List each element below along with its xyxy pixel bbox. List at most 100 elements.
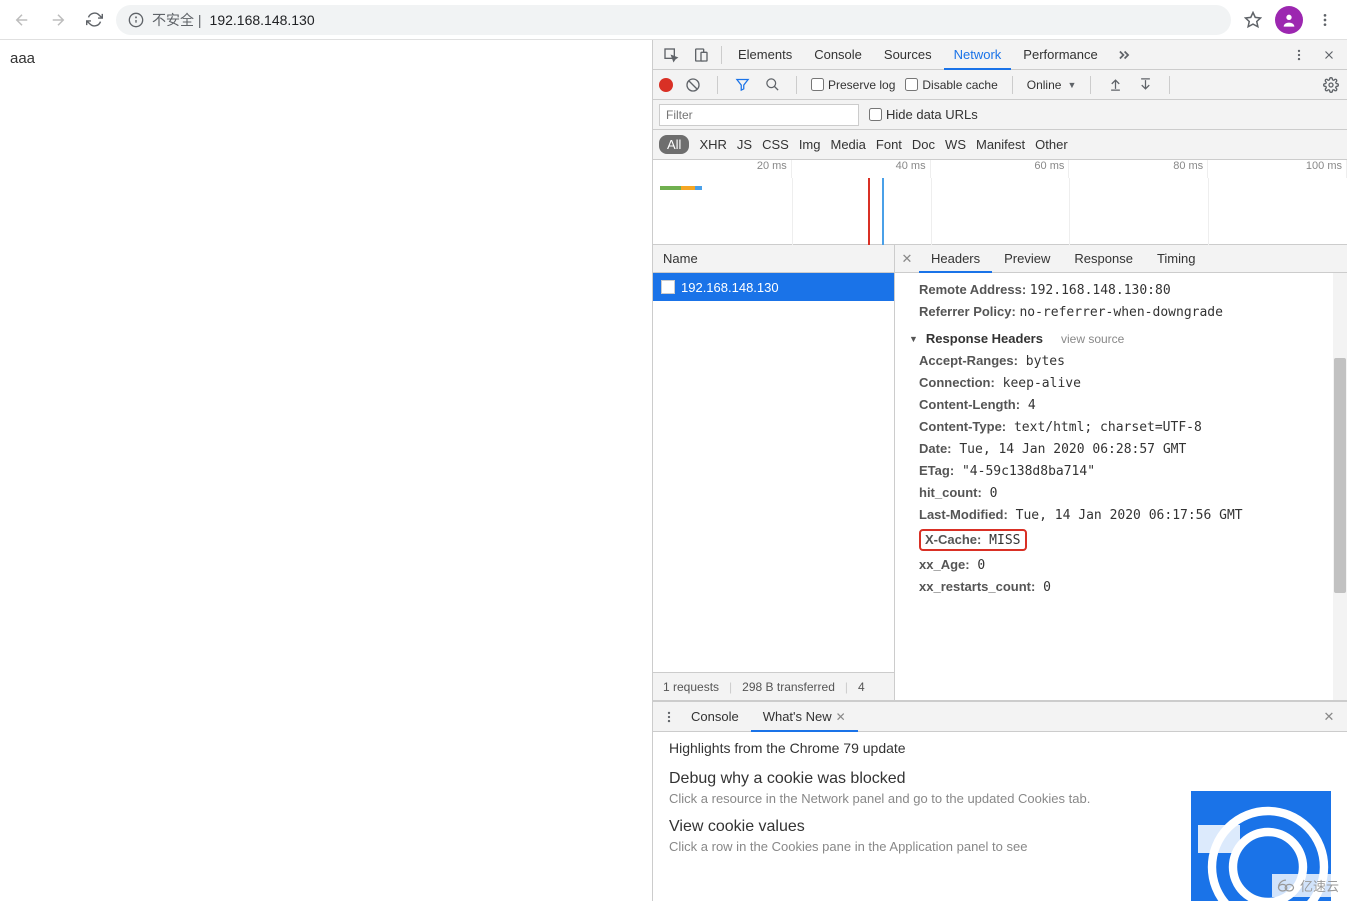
detail-tab-headers[interactable]: Headers <box>919 245 992 273</box>
browser-menu-icon[interactable] <box>1311 6 1339 34</box>
header-row: ETag: "4-59c138d8ba714" <box>919 460 1347 482</box>
profile-avatar[interactable] <box>1275 6 1303 34</box>
header-row: xx_Age: 0 <box>919 554 1347 576</box>
detail-body[interactable]: Remote Address: 192.168.148.130:80 Refer… <box>895 273 1347 700</box>
view-source-link[interactable]: view source <box>1061 332 1124 346</box>
timeline-tick: 80 ms <box>1069 160 1208 178</box>
header-value: 0 <box>1035 580 1051 595</box>
address-bar[interactable]: 不安全 | 192.168.148.130 <box>116 5 1231 35</box>
more-tabs-icon[interactable] <box>1110 41 1138 69</box>
disable-cache-checkbox[interactable]: Disable cache <box>905 78 997 92</box>
header-key: Content-Type: <box>919 419 1006 434</box>
type-filter-img[interactable]: Img <box>799 137 821 152</box>
detail-tab-preview[interactable]: Preview <box>992 245 1062 273</box>
header-value: MISS <box>981 533 1020 548</box>
bookmark-star-icon[interactable] <box>1239 6 1267 34</box>
detail-tab-response[interactable]: Response <box>1062 245 1145 273</box>
header-key: Date: <box>919 441 952 456</box>
devtools-close-icon[interactable] <box>1315 41 1343 69</box>
detail-tab-timing[interactable]: Timing <box>1145 245 1208 273</box>
header-key: Content-Length: <box>919 397 1020 412</box>
remote-address-label: Remote Address: <box>919 282 1026 297</box>
header-key: xx_Age: <box>919 557 970 572</box>
forward-button[interactable] <box>44 6 72 34</box>
header-value: Tue, 14 Jan 2020 06:28:57 GMT <box>952 442 1187 457</box>
type-filter-manifest[interactable]: Manifest <box>976 137 1025 152</box>
close-detail-icon[interactable]: ✕ <box>895 251 919 267</box>
request-name: 192.168.148.130 <box>681 280 779 295</box>
scrollbar-thumb[interactable] <box>1334 358 1346 593</box>
request-row[interactable]: 192.168.148.130 <box>653 273 894 301</box>
type-filter-media[interactable]: Media <box>830 137 865 152</box>
header-row: Content-Length: 4 <box>919 394 1347 416</box>
watermark: 亿速云 <box>1272 874 1343 897</box>
document-icon <box>661 280 675 294</box>
whatsnew-headline: Highlights from the Chrome 79 update <box>669 740 1331 756</box>
network-type-filters: All XHR JS CSS Img Media Font Doc WS Man… <box>653 130 1347 160</box>
request-list-footer: 1 requests | 298 B transferred | 4 <box>653 672 894 700</box>
type-filter-doc[interactable]: Doc <box>912 137 935 152</box>
throttling-select[interactable]: Online ▼ <box>1027 78 1077 92</box>
type-filter-css[interactable]: CSS <box>762 137 789 152</box>
tab-network[interactable]: Network <box>944 40 1012 70</box>
tab-sources[interactable]: Sources <box>874 40 942 70</box>
settings-gear-icon[interactable] <box>1321 75 1341 95</box>
response-headers-section[interactable]: ▼ Response Headers view source <box>909 323 1347 350</box>
tab-console[interactable]: Console <box>804 40 872 70</box>
request-list-header[interactable]: Name <box>653 245 894 273</box>
type-filter-font[interactable]: Font <box>876 137 902 152</box>
drawer-body[interactable]: Highlights from the Chrome 79 update Deb… <box>653 732 1347 901</box>
footer-transferred: 298 B transferred <box>742 680 835 694</box>
record-button[interactable] <box>659 78 673 92</box>
devtools-tabbar: Elements Console Sources Network Perform… <box>653 40 1347 70</box>
timeline-tick: 100 ms <box>1208 160 1347 178</box>
separator <box>721 46 722 64</box>
type-filter-js[interactable]: JS <box>737 137 752 152</box>
triangle-down-icon: ▼ <box>909 334 918 344</box>
devtools-menu-icon[interactable] <box>1285 41 1313 69</box>
export-har-icon[interactable] <box>1135 75 1155 95</box>
type-filter-ws[interactable]: WS <box>945 137 966 152</box>
reload-button[interactable] <box>80 6 108 34</box>
device-toggle-icon[interactable] <box>687 41 715 69</box>
browser-toolbar: 不安全 | 192.168.148.130 <box>0 0 1347 40</box>
header-row: xx_restarts_count: 0 <box>919 576 1347 598</box>
tab-elements[interactable]: Elements <box>728 40 802 70</box>
drawer-menu-icon[interactable] <box>659 710 679 724</box>
network-timeline[interactable]: 20 ms 40 ms 60 ms 80 ms 100 ms <box>653 160 1347 245</box>
header-row: X-Cache: MISS <box>919 526 1347 554</box>
preserve-log-checkbox[interactable]: Preserve log <box>811 78 895 92</box>
search-icon[interactable] <box>762 75 782 95</box>
highlighted-header: X-Cache: MISS <box>919 529 1027 551</box>
header-key: X-Cache: <box>925 532 981 547</box>
hide-data-urls-checkbox[interactable]: Hide data URLs <box>869 107 978 122</box>
drawer-tab-console[interactable]: Console <box>679 702 751 732</box>
separator <box>1012 76 1013 94</box>
footer-extra: 4 <box>858 680 865 694</box>
header-value: 0 <box>982 486 998 501</box>
chevron-down-icon: ▼ <box>1067 80 1076 90</box>
type-filter-all[interactable]: All <box>659 135 689 154</box>
header-value: bytes <box>1018 354 1065 369</box>
whatsnew-item1-desc: Click a resource in the Network panel an… <box>669 790 1109 808</box>
type-filter-other[interactable]: Other <box>1035 137 1068 152</box>
type-filter-xhr[interactable]: XHR <box>699 137 726 152</box>
inspect-element-icon[interactable] <box>657 41 685 69</box>
separator <box>796 76 797 94</box>
tab-performance[interactable]: Performance <box>1013 40 1107 70</box>
back-button[interactable] <box>8 6 36 34</box>
filter-icon[interactable] <box>732 75 752 95</box>
import-har-icon[interactable] <box>1105 75 1125 95</box>
scrollbar[interactable] <box>1333 273 1347 700</box>
header-row: Date: Tue, 14 Jan 2020 06:28:57 GMT <box>919 438 1347 460</box>
close-tab-icon[interactable]: ✕ <box>836 710 846 724</box>
filter-input[interactable] <box>659 104 859 126</box>
drawer-tab-whatsnew[interactable]: What's New✕ <box>751 702 858 732</box>
request-list: Name 192.168.148.130 1 requests | 298 B … <box>653 245 895 700</box>
whatsnew-item1-title: Debug why a cookie was blocked <box>669 770 1331 788</box>
drawer-close-icon[interactable]: ✕ <box>1317 709 1341 725</box>
referrer-policy-value: no-referrer-when-downgrade <box>1019 305 1223 320</box>
clear-icon[interactable] <box>683 75 703 95</box>
header-value: Tue, 14 Jan 2020 06:17:56 GMT <box>1008 508 1243 523</box>
devtools-panel: Elements Console Sources Network Perform… <box>652 40 1347 901</box>
